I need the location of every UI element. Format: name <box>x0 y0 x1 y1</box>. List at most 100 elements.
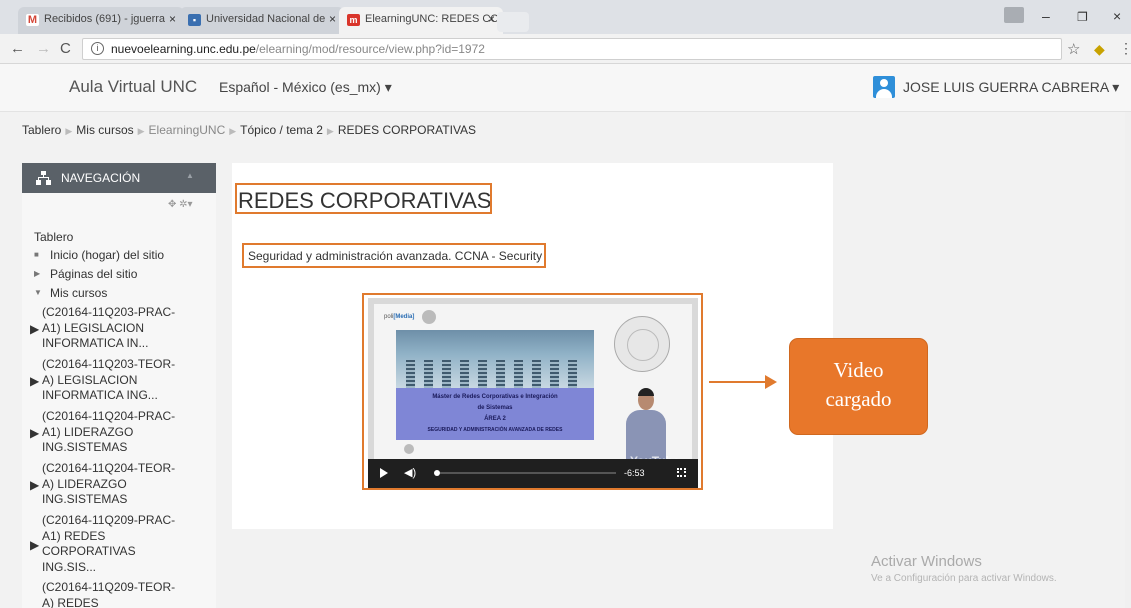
breadcrumb-item[interactable]: Tópico / tema 2 <box>240 123 323 137</box>
breadcrumb-item[interactable]: Tablero <box>22 123 61 137</box>
course-line: (C20164-11Q204-TEOR- <box>42 461 176 475</box>
page-scrollbar[interactable] <box>1125 112 1131 608</box>
url-host: nuevoelearning.unc.edu.pe <box>111 42 256 56</box>
forward-icon[interactable]: → <box>36 40 51 57</box>
nav-course[interactable]: ▶ (C20164-11Q203-TEOR- A) LEGISLACION IN… <box>30 357 192 404</box>
expanded-icon: ▼ <box>34 288 42 297</box>
navigation-header[interactable]: NAVEGACIÓN ▲ <box>22 163 216 193</box>
expand-icon: ▶ <box>30 322 40 336</box>
move-icon[interactable]: ✥ <box>168 199 176 210</box>
nav-course[interactable]: ▶ (C20164-11Q204-PRAC- A1) LIDERAZGO ING… <box>30 409 192 456</box>
nav-item-label: Inicio (hogar) del sitio <box>50 248 165 262</box>
highlight-box-title <box>235 183 492 214</box>
language-menu[interactable]: Español - México (es_mx) ▾ <box>219 79 392 96</box>
nav-item-pages[interactable]: ▶ Páginas del sitio <box>34 267 138 281</box>
block-actions[interactable]: ✥ ✲▾ <box>168 199 193 210</box>
callout-line: cargado <box>825 387 892 411</box>
course-line: (C20164-11Q204-PRAC- <box>42 409 176 423</box>
tab-universidad[interactable]: ▪ Universidad Nacional de × <box>180 7 344 34</box>
annotation-callout: Video cargado <box>789 338 928 435</box>
tab-label: ElearningUNC: REDES CO <box>365 13 499 25</box>
breadcrumb-item[interactable]: REDES CORPORATIVAS <box>338 123 476 137</box>
callout-line: Video <box>833 358 884 382</box>
course-line: (C20164-11Q203-PRAC- <box>42 305 176 319</box>
nav-root[interactable]: Tablero <box>34 230 73 244</box>
user-menu[interactable]: JOSE LUIS GUERRA CABRERA ▾ <box>903 79 1119 96</box>
site-name-link[interactable]: Aula Virtual UNC <box>69 77 197 97</box>
nav-course[interactable]: ▶ (C20164-11Q209-PRAC- A1) REDES CORPORA… <box>30 513 192 575</box>
highlight-box-video <box>362 293 703 490</box>
course-line: ING.SIS... <box>42 559 97 574</box>
course-line: A1) REDES <box>42 528 106 543</box>
nav-course[interactable]: ▶ (C20164-11Q203-PRAC- A1) LEGISLACION I… <box>30 305 192 352</box>
bullet-icon: ■ <box>34 250 39 259</box>
info-icon[interactable]: i <box>91 42 104 55</box>
language-label: Español - México (es_mx) <box>219 79 381 95</box>
browser-menu-icon[interactable]: ⋮ <box>1119 40 1131 57</box>
gmail-icon: M <box>26 14 39 26</box>
restore-icon[interactable]: ❐ <box>1077 10 1088 24</box>
course-line: CORPORATIVAS <box>42 544 136 558</box>
breadcrumb-item[interactable]: ElearningUNC <box>149 123 226 137</box>
course-line: (C20164-11Q209-TEOR- <box>42 580 176 594</box>
windows-activation-title: Activar Windows <box>871 553 982 570</box>
course-line: A1) LEGISLACION <box>42 320 145 335</box>
course-line: INFORMATICA ING... <box>42 388 158 402</box>
expand-icon: ▶ <box>30 478 40 492</box>
close-tab-icon[interactable]: × <box>488 12 495 26</box>
profile-icon[interactable] <box>1004 7 1024 23</box>
site-icon: ▪ <box>188 14 201 26</box>
close-window-icon[interactable]: × <box>1113 8 1121 24</box>
browser-tab-bar: M Recibidos (691) - jguerra × ▪ Universi… <box>0 0 1131 34</box>
course-line: A) LIDERAZGO <box>42 476 127 491</box>
course-line: (C20164-11Q203-TEOR- <box>42 357 176 371</box>
course-line: (C20164-11Q209-PRAC- <box>42 513 176 527</box>
extension-icon[interactable]: ◆ <box>1094 41 1105 58</box>
reload-icon[interactable]: C <box>60 40 71 57</box>
tab-label: Recibidos (691) - jguerra <box>44 13 166 25</box>
course-line: INFORMATICA IN... <box>42 336 149 350</box>
user-avatar[interactable] <box>873 76 895 98</box>
site-header: Aula Virtual UNC Español - México (es_mx… <box>0 64 1131 112</box>
close-tab-icon[interactable]: × <box>329 12 336 26</box>
expand-icon: ▶ <box>34 269 41 278</box>
course-line: A) REDES <box>42 595 99 608</box>
expand-icon: ▶ <box>30 426 40 440</box>
back-icon[interactable]: ← <box>10 40 25 57</box>
minimize-icon[interactable]: – <box>1042 8 1050 24</box>
nav-item-label: Páginas del sitio <box>50 267 138 281</box>
user-name: JOSE LUIS GUERRA CABRERA <box>903 79 1109 95</box>
course-line: A) LEGISLACION <box>42 372 138 387</box>
gear-icon[interactable]: ✲▾ <box>179 199 192 210</box>
nav-course[interactable]: (C20164-11Q209-TEOR- A) REDES <box>42 580 192 608</box>
highlight-box-description <box>242 243 546 268</box>
expand-icon: ▶ <box>30 538 40 552</box>
windows-activation-subtitle: Ve a Configuración para activar Windows. <box>871 573 1057 584</box>
close-tab-icon[interactable]: × <box>169 12 176 26</box>
nav-item-label: Mis cursos <box>50 286 108 300</box>
course-line: ING.SISTEMAS <box>42 440 128 454</box>
caret-down-icon: ▾ <box>384 79 392 95</box>
collapse-icon[interactable]: ▲ <box>186 171 194 180</box>
address-toolbar: ← → C i nuevoelearning.unc.edu.pe/elearn… <box>0 34 1131 64</box>
breadcrumb: Tablero ▶ Mis cursos ▶ ElearningUNC ▶ Tópico /… <box>22 123 477 137</box>
annotation-arrow <box>709 381 767 383</box>
tab-elearning[interactable]: m ElearningUNC: REDES CO × <box>339 7 503 34</box>
arrow-head-icon <box>765 375 777 389</box>
nav-course[interactable]: ▶ (C20164-11Q204-TEOR- A) LIDERAZGO ING.… <box>30 461 192 508</box>
expand-icon: ▶ <box>30 374 40 388</box>
tab-gmail[interactable]: M Recibidos (691) - jguerra × <box>18 7 184 34</box>
sitemap-icon <box>36 171 51 185</box>
course-line: A1) LIDERAZGO <box>42 424 134 439</box>
nav-item-mis-cursos[interactable]: ▼ Mis cursos <box>34 286 108 300</box>
breadcrumb-item[interactable]: Mis cursos <box>76 123 133 137</box>
url-path: /elearning/mod/resource/view.php?id=1972 <box>255 42 485 56</box>
url-field[interactable]: i nuevoelearning.unc.edu.pe/elearning/mo… <box>82 38 1062 60</box>
new-tab-button[interactable] <box>497 12 529 32</box>
tab-label: Universidad Nacional de <box>206 13 326 25</box>
bookmark-star-icon[interactable]: ☆ <box>1067 40 1080 58</box>
moodle-icon: m <box>347 14 360 26</box>
caret-down-icon: ▾ <box>1112 79 1120 95</box>
navigation-title: NAVEGACIÓN <box>61 171 141 185</box>
nav-item-home[interactable]: ■ Inicio (hogar) del sitio <box>34 248 165 262</box>
